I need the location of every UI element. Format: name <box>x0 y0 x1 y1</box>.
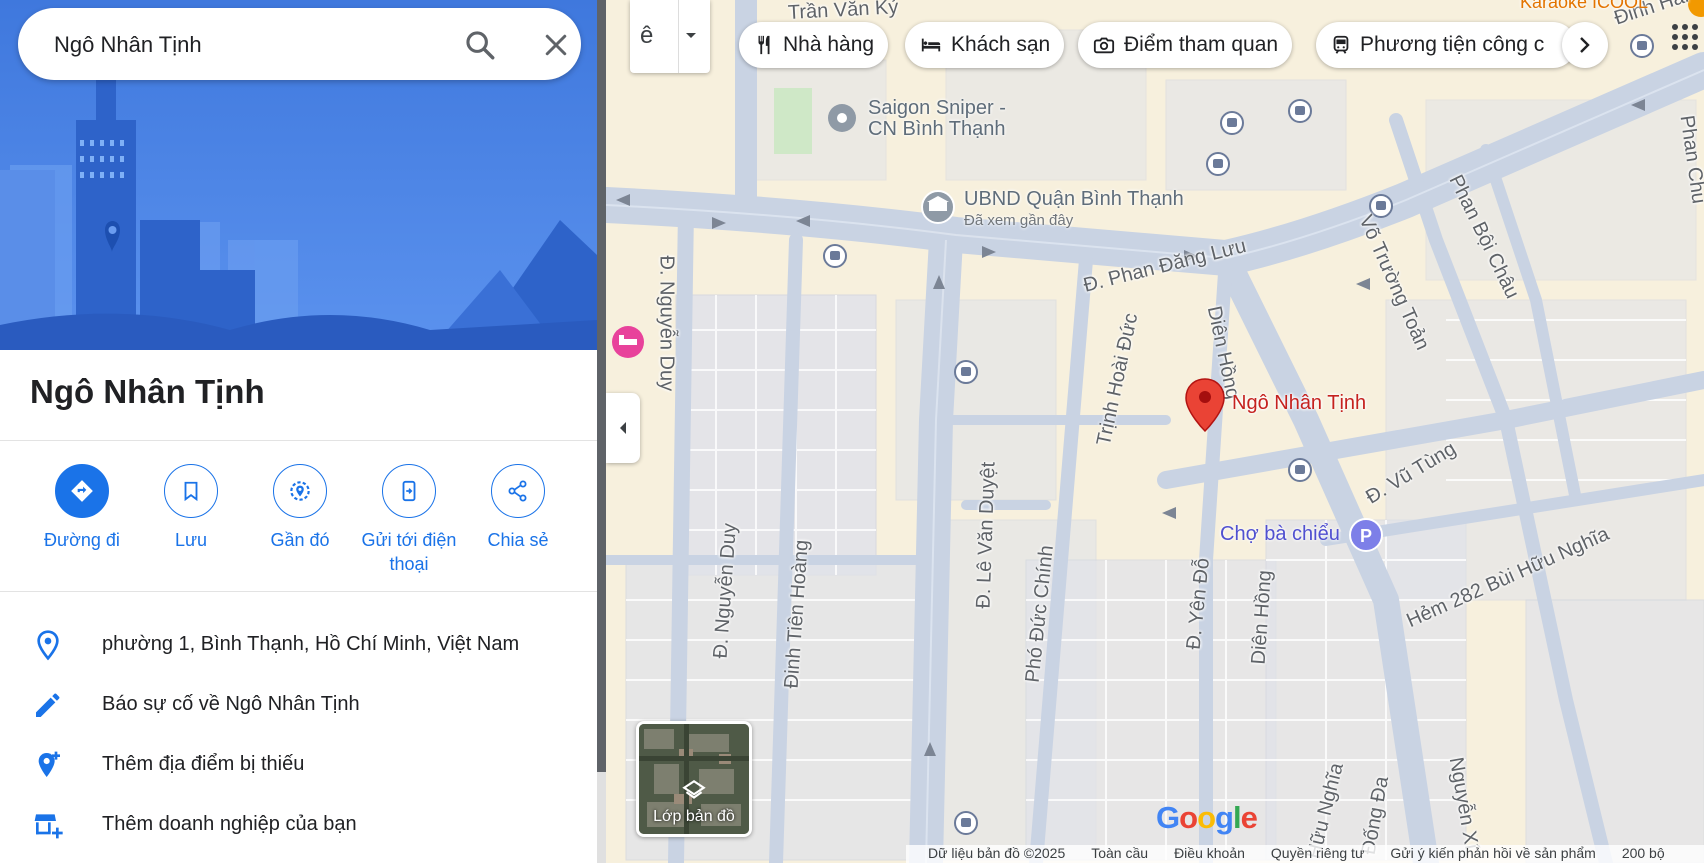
chip-label: Nhà hàng <box>783 33 875 56</box>
chip-restaurants[interactable]: Nhà hàng <box>739 22 889 68</box>
side-panel: Ngô Nhân Tịnh Ngô Nhân Tịnh Đường đi Lưu <box>0 0 597 863</box>
svg-text:P: P <box>1360 526 1372 546</box>
bookmark-icon <box>164 464 218 518</box>
report-issue-row[interactable]: Báo sự cố về Ngô Nhân Tịnh <box>0 679 597 731</box>
chip-label: Khách sạn <box>951 33 1051 56</box>
map-canvas[interactable]: P Trần Văn Kỷ Đinh Hai Đ. Phan Đăng Lưu … <box>606 0 1704 863</box>
privacy-link[interactable]: Quyền riêng tư <box>1271 845 1364 863</box>
language-char: ê <box>640 22 654 49</box>
chip-transit[interactable]: Phương tiện công c <box>1316 22 1576 68</box>
panel-scrollbar-thumb[interactable] <box>597 0 606 772</box>
add-business-icon <box>34 814 63 839</box>
send-to-phone-label: Gửi tới điện thoại <box>361 530 457 574</box>
collapse-panel-button[interactable] <box>606 393 640 463</box>
nearby-button[interactable]: Gần đó <box>245 464 355 552</box>
chip-attractions[interactable]: Điểm tham quan <box>1078 22 1293 68</box>
poi-label-karaoke[interactable]: Karaoke ICOOL <box>1520 0 1648 13</box>
location-pin-icon <box>37 630 59 661</box>
place-title: Ngô Nhân Tịnh <box>30 373 265 410</box>
scale-label[interactable]: 200 bộ <box>1622 845 1665 863</box>
divider <box>0 440 597 441</box>
send-to-phone-icon <box>382 464 436 518</box>
language-toggle[interactable]: ê <box>630 0 710 73</box>
send-to-phone-button[interactable]: Gửi tới điện thoại <box>354 464 464 576</box>
hotel-icon <box>921 38 941 52</box>
chevron-right-icon <box>1580 37 1590 53</box>
directions-icon <box>55 464 109 518</box>
add-place-text: Thêm địa điểm bị thiếu <box>102 753 305 775</box>
camera-icon <box>1093 37 1115 54</box>
add-business-row[interactable]: Thêm doanh nghiệp của bạn <box>0 799 597 851</box>
poi-label-saigon-sniper[interactable]: Saigon Sniper - CN Bình Thạnh <box>868 98 1018 140</box>
chips-scroll-right-button[interactable] <box>1562 22 1608 68</box>
address-row[interactable]: phường 1, Bình Thạnh, Hồ Chí Minh, Việt … <box>0 619 597 671</box>
google-logo: Google <box>1156 800 1258 835</box>
map-data-credit[interactable]: Dữ liệu bản đồ ©2025 <box>928 845 1065 863</box>
save-label: Lưu <box>174 530 208 550</box>
road-label: Đ. Nguyễn Duy <box>655 255 678 392</box>
feedback-link[interactable]: Gửi ý kiến phản hồi về sản phẩm <box>1390 845 1596 863</box>
add-place-row[interactable]: Thêm địa điểm bị thiếu <box>0 739 597 791</box>
global-link[interactable]: Toàn cầu <box>1091 845 1148 863</box>
search-box[interactable]: Ngô Nhân Tịnh <box>18 8 581 80</box>
share-icon <box>491 464 545 518</box>
add-business-text: Thêm doanh nghiệp của bạn <box>102 813 357 835</box>
report-issue-text: Báo sự cố về Ngô Nhân Tịnh <box>102 693 360 715</box>
pencil-icon <box>36 693 60 717</box>
train-icon <box>1333 35 1349 54</box>
map-streets: P <box>606 0 1704 863</box>
nearby-icon <box>273 464 327 518</box>
search-icon[interactable] <box>463 28 497 62</box>
nearby-label: Gần đó <box>270 530 330 550</box>
poi-label-ubnd-recent: Đã xem gần đây <box>964 212 1074 229</box>
map-layers-button[interactable]: Lớp bản đồ <box>636 721 752 837</box>
close-icon[interactable] <box>541 30 571 60</box>
restaurant-icon <box>758 35 770 55</box>
location-pin-icon[interactable] <box>1184 377 1226 433</box>
apps-grid-icon[interactable] <box>1670 22 1700 52</box>
directions-button[interactable]: Đường đi <box>27 464 137 552</box>
search-input[interactable]: Ngô Nhân Tịnh <box>54 32 202 58</box>
address-text: phường 1, Bình Thạnh, Hồ Chí Minh, Việt … <box>102 633 520 655</box>
pin-label[interactable]: Ngô Nhân Tịnh <box>1232 392 1366 415</box>
layers-label: Lớp bản đồ <box>653 808 735 825</box>
share-button[interactable]: Chia sẻ <box>463 464 573 552</box>
chip-label: Phương tiện công c <box>1360 33 1545 56</box>
chip-hotels[interactable]: Khách sạn <box>905 22 1065 68</box>
add-location-icon <box>38 751 60 777</box>
directions-label: Đường đi <box>44 530 120 550</box>
poi-label-ubnd[interactable]: UBND Quận Bình Thạnh <box>964 189 1184 210</box>
save-button[interactable]: Lưu <box>136 464 246 552</box>
caret-left-icon <box>620 422 626 434</box>
chevron-down-icon <box>686 33 696 38</box>
layers-icon <box>682 779 706 799</box>
panel-scrollbar-track[interactable] <box>597 772 606 863</box>
poi-label-cho-ba-chieu[interactable]: Chợ bà chiểu <box>1220 524 1340 545</box>
divider <box>0 591 597 592</box>
chip-label: Điểm tham quan <box>1124 33 1279 56</box>
poi-grey-marker <box>828 104 856 132</box>
terms-link[interactable]: Điều khoản <box>1174 845 1245 863</box>
share-label: Chia sẻ <box>487 530 549 550</box>
map-footer: Dữ liệu bản đồ ©2025 Toàn cầu Điều khoản… <box>906 845 1704 863</box>
